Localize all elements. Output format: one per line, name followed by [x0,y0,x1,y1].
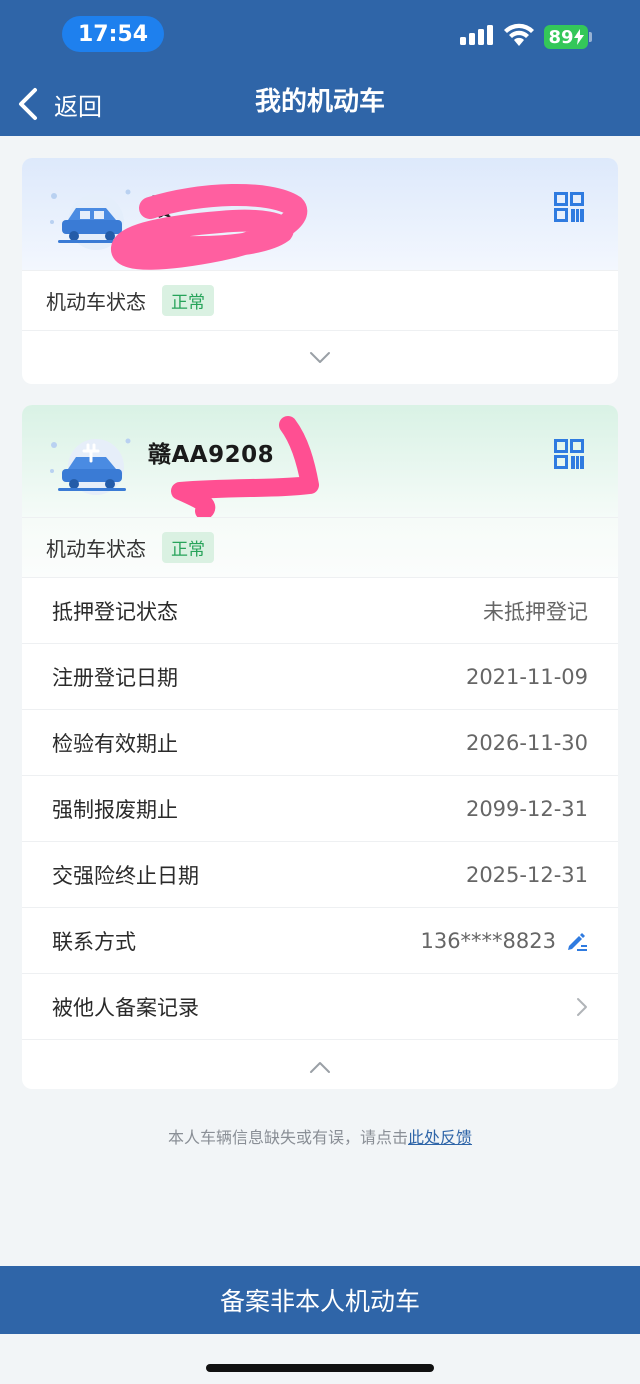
battery-level: 89 [548,26,574,48]
inspection-expiry-row: 检验有效期止 2026-11-30 [22,709,618,775]
vehicle-card[interactable]: 赣AA9208 机动车状态 正常 抵押登记状态 未抵押登记 注册登记日期 202… [22,405,618,1089]
filing-records-row[interactable]: 被他人备案记录 [22,973,618,1039]
qr-code-icon[interactable] [554,439,584,469]
status-time: 17:54 [62,16,164,52]
collapse-toggle[interactable] [22,1039,618,1089]
plate-number: 赣AA9208 [148,442,275,468]
vehicle-status-row: 机动车状态 正常 [22,270,618,330]
top-bar: 17:54 89 返回 我的机动车 [0,0,640,136]
electric-car-icon [50,438,131,495]
info-value [576,997,588,1017]
status-badge: 正常 [162,532,214,563]
edit-icon[interactable] [566,930,588,952]
status-label: 机动车状态 [46,537,146,561]
wifi-icon [504,23,534,46]
feedback-text: 本人车辆信息缺失或有误，请点击 [167,1128,408,1147]
vehicle-card[interactable]: 赣 机动车状态 正常 [22,158,618,384]
battery-cap [589,32,592,42]
info-label: 抵押登记状态 [52,599,178,624]
info-label: 检验有效期止 [52,731,178,756]
info-value: 2025-12-31 [465,862,588,887]
phone-number: 136****8823 [420,928,556,953]
contact-row: 联系方式 136****8823 [22,907,618,973]
feedback-link[interactable]: 此处反馈 [408,1128,472,1147]
contact-value: 136****8823 [420,929,588,953]
info-label: 强制报废期止 [52,797,178,822]
charging-bolt-icon [573,29,584,45]
plate-number: 赣 [148,195,172,221]
register-other-vehicle-button[interactable]: 备案非本人机动车 [0,1266,640,1334]
info-value: 2099-12-31 [465,796,588,821]
registration-date-row: 注册登记日期 2021-11-09 [22,643,618,709]
expand-toggle[interactable] [22,330,618,384]
insurance-expiry-row: 交强险终止日期 2025-12-31 [22,841,618,907]
mortgage-status-row: 抵押登记状态 未抵押登记 [22,577,618,643]
vehicle-card-header: 赣 [22,158,618,270]
cellular-signal-icon [460,25,493,45]
info-label: 交强险终止日期 [52,863,199,888]
page-title: 我的机动车 [254,87,385,117]
home-indicator [206,1364,434,1372]
info-label: 联系方式 [52,929,136,954]
info-label: 注册登记日期 [52,665,178,690]
vehicle-card-header: 赣AA9208 [22,405,618,517]
scrap-deadline-row: 强制报废期止 2099-12-31 [22,775,618,841]
car-icon [50,189,131,250]
info-value: 2026-11-30 [465,730,588,755]
redaction-scribble [111,183,308,270]
chevron-right-icon [577,997,587,1016]
battery-indicator: 89 [544,25,588,49]
chevron-up-icon [310,1061,330,1073]
info-label: 被他人备案记录 [52,995,199,1020]
status-label: 机动车状态 [46,290,146,314]
info-value: 未抵押登记 [483,599,588,624]
chevron-down-icon [310,351,330,363]
vehicle-status-row: 机动车状态 正常 [22,517,618,577]
qr-code-icon[interactable] [554,192,584,222]
info-value: 2021-11-09 [465,664,588,689]
status-badge: 正常 [162,285,214,316]
feedback-note: 本人车辆信息缺失或有误，请点击此处反馈 [0,1124,640,1148]
